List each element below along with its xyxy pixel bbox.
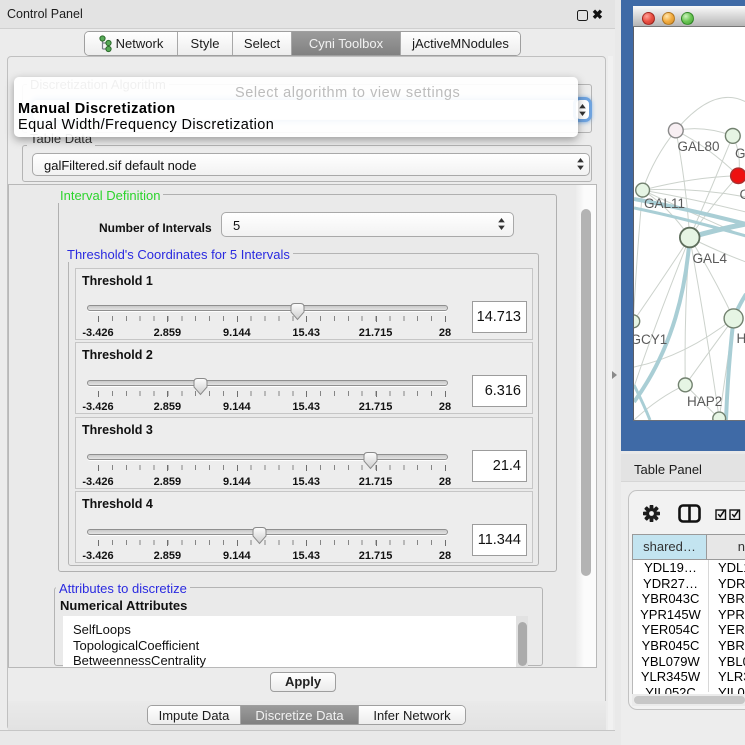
- svg-text:GAL11: GAL11: [644, 196, 685, 211]
- svg-text:HAP2: HAP2: [687, 394, 722, 409]
- svg-text:H: H: [737, 331, 745, 346]
- svg-text:C: C: [740, 187, 745, 202]
- svg-text:GAL80: GAL80: [678, 139, 720, 154]
- svg-text:GAL4: GAL4: [693, 251, 728, 266]
- svg-text:GCY1: GCY1: [634, 332, 667, 347]
- svg-text:GA: GA: [735, 146, 745, 161]
